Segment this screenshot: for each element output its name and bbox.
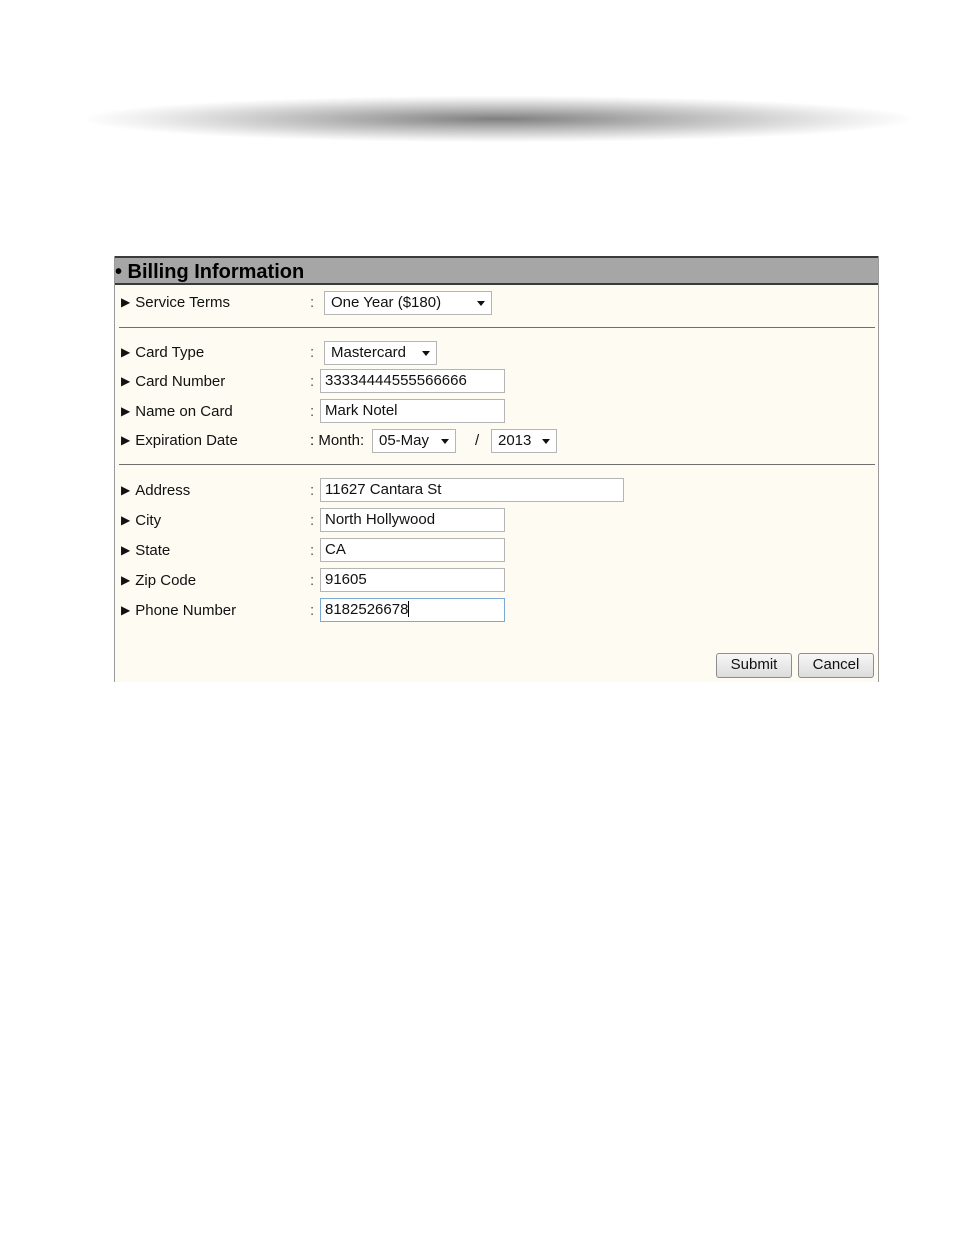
city-field[interactable]: North Hollywood	[320, 508, 505, 532]
colon: :	[310, 373, 315, 390]
card-number-label: Card Number	[135, 373, 226, 390]
colon: :	[310, 512, 315, 529]
triangle-right-icon: ▶	[121, 573, 131, 587]
row-card-number: ▶ Card Number : 33334444555566666	[115, 369, 878, 395]
state-label: State	[135, 542, 171, 559]
chevron-down-icon	[422, 351, 430, 356]
panel-title: • Billing Information	[115, 261, 305, 283]
row-service-terms: ▶ Service Terms : One Year ($180)	[115, 290, 878, 316]
expiration-month-value: 05-May	[379, 432, 430, 449]
expiration-date-label: Expiration Date	[135, 432, 238, 449]
zip-code-label: Zip Code	[135, 572, 197, 589]
cancel-button[interactable]: Cancel	[798, 653, 874, 678]
triangle-right-icon: ▶	[121, 404, 131, 418]
row-card-type: ▶ Card Type : Mastercard	[115, 340, 878, 366]
submit-button[interactable]: Submit	[716, 653, 792, 678]
decorative-shadow-bar	[88, 96, 910, 142]
card-type-label: Card Type	[135, 344, 205, 361]
phone-number-field[interactable]: 8182526678	[320, 598, 505, 622]
address-field[interactable]: 11627 Cantara St	[320, 478, 624, 502]
row-city: ▶ City : North Hollywood	[115, 508, 878, 534]
triangle-right-icon: ▶	[121, 295, 131, 309]
triangle-right-icon: ▶	[121, 345, 131, 359]
colon: :	[310, 602, 315, 619]
chevron-down-icon	[441, 439, 449, 444]
chevron-down-icon	[477, 301, 485, 306]
triangle-right-icon: ▶	[121, 483, 131, 497]
triangle-right-icon: ▶	[121, 543, 131, 557]
section-divider	[119, 327, 875, 328]
triangle-right-icon: ▶	[121, 603, 131, 617]
billing-information-panel: • Billing Information ▶ Service Terms : O…	[114, 256, 879, 682]
service-terms-value: One Year ($180)	[331, 294, 442, 311]
month-label: : Month:	[310, 432, 365, 449]
triangle-right-icon: ▶	[121, 513, 131, 527]
city-label: City	[135, 512, 162, 529]
panel-header: • Billing Information	[115, 256, 878, 285]
service-terms-select[interactable]: One Year ($180)	[324, 291, 492, 315]
expiration-month-select[interactable]: 05-May	[372, 429, 456, 453]
row-state: ▶ State : CA	[115, 538, 878, 564]
name-on-card-label: Name on Card	[135, 403, 233, 420]
colon: :	[310, 542, 315, 559]
colon: :	[310, 403, 315, 420]
colon: :	[310, 294, 315, 311]
card-number-field[interactable]: 33334444555566666	[320, 369, 505, 393]
name-on-card-field[interactable]: Mark Notel	[320, 399, 505, 423]
phone-number-label: Phone Number	[135, 602, 237, 619]
date-separator: /	[475, 432, 480, 449]
row-expiration-date: ▶ Expiration Date : Month: 05-May / 2013	[115, 428, 878, 454]
address-label: Address	[135, 482, 191, 499]
section-divider	[119, 464, 875, 465]
chevron-down-icon	[542, 439, 550, 444]
expiration-year-value: 2013	[498, 432, 532, 449]
colon: :	[310, 344, 315, 361]
zip-code-field[interactable]: 91605	[320, 568, 505, 592]
row-phone-number: ▶ Phone Number : 8182526678	[115, 598, 878, 624]
state-field[interactable]: CA	[320, 538, 505, 562]
row-name-on-card: ▶ Name on Card : Mark Notel	[115, 399, 878, 425]
colon: :	[310, 572, 315, 589]
card-type-value: Mastercard	[331, 344, 407, 361]
colon: :	[310, 482, 315, 499]
expiration-year-select[interactable]: 2013	[491, 429, 557, 453]
text-caret	[408, 601, 410, 617]
triangle-right-icon: ▶	[121, 374, 131, 388]
phone-number-value: 8182526678	[325, 601, 409, 618]
triangle-right-icon: ▶	[121, 433, 131, 447]
row-address: ▶ Address : 11627 Cantara St	[115, 478, 878, 504]
card-type-select[interactable]: Mastercard	[324, 341, 437, 365]
row-zip-code: ▶ Zip Code : 91605	[115, 568, 878, 594]
service-terms-label: Service Terms	[135, 294, 230, 311]
